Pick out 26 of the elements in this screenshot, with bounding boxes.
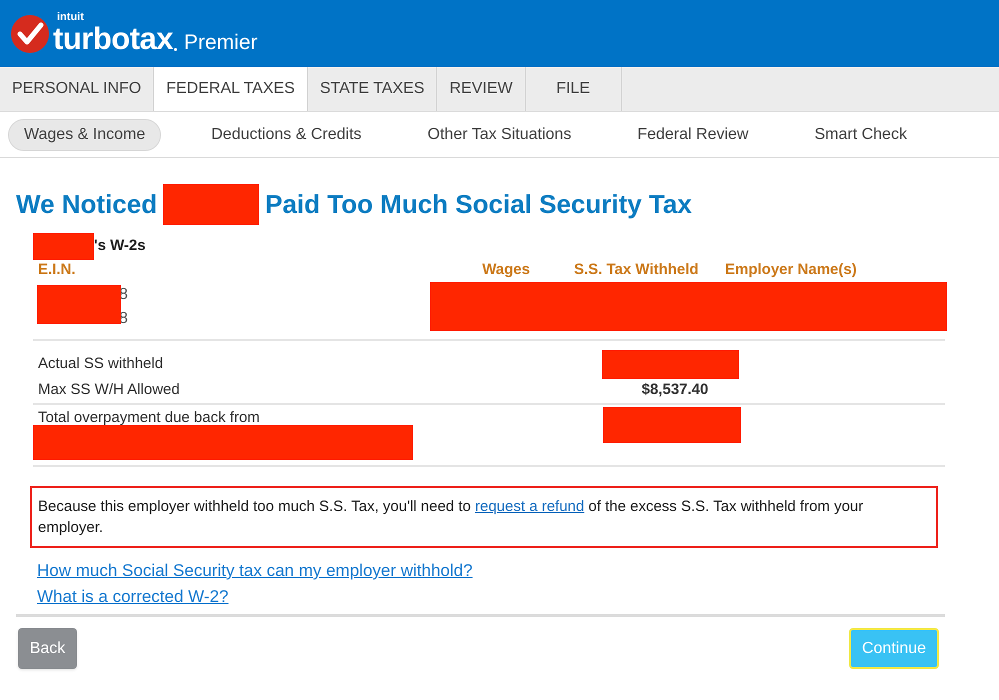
column-header: Wages [481, 260, 530, 280]
subnav-item[interactable]: Federal Review [621, 118, 764, 150]
summary-value: $8,537.40 [640, 380, 710, 400]
column-header: E.I.N. [37, 260, 77, 280]
summary-label: Total overpayment due back from [38, 408, 260, 428]
subnav-item[interactable]: Wages & Income [8, 118, 162, 150]
summary-label: Max SS W/H Allowed [37, 380, 181, 400]
page-title: We Noticed [16, 188, 158, 221]
redaction-block [33, 232, 94, 260]
help-link[interactable]: What is a corrected W-2? [37, 586, 228, 608]
subnav-item[interactable]: Smart Check [798, 118, 923, 150]
help-link[interactable]: How much Social Security tax can my employer withhold? [37, 560, 473, 582]
column-header: S.S. Tax Withheld [574, 260, 700, 280]
column-header: Employer Name(s) [725, 260, 857, 280]
section-heading: 's W-2s [94, 236, 146, 256]
brand-name: turbotax [53, 22, 173, 54]
refund-link[interactable]: request a refund [475, 498, 584, 515]
company-name: intuit [57, 12, 85, 22]
tab[interactable]: FEDERAL TAXES [154, 67, 308, 111]
edition-name: Premier [184, 32, 258, 52]
notice-message: Because this employer withheld too much S.S. Tax, you'll need to request a refund of the excess S.S. Tax withheld from your employer. [30, 486, 938, 548]
page-title: Paid Too Much Social Security Tax [265, 188, 692, 221]
subnav-item[interactable]: Other Tax Situations [412, 118, 588, 150]
summary-label: Actual SS withheld [37, 354, 164, 374]
checkmark-logo-icon [11, 14, 49, 52]
subnav-item[interactable]: Deductions & Credits [195, 118, 378, 150]
